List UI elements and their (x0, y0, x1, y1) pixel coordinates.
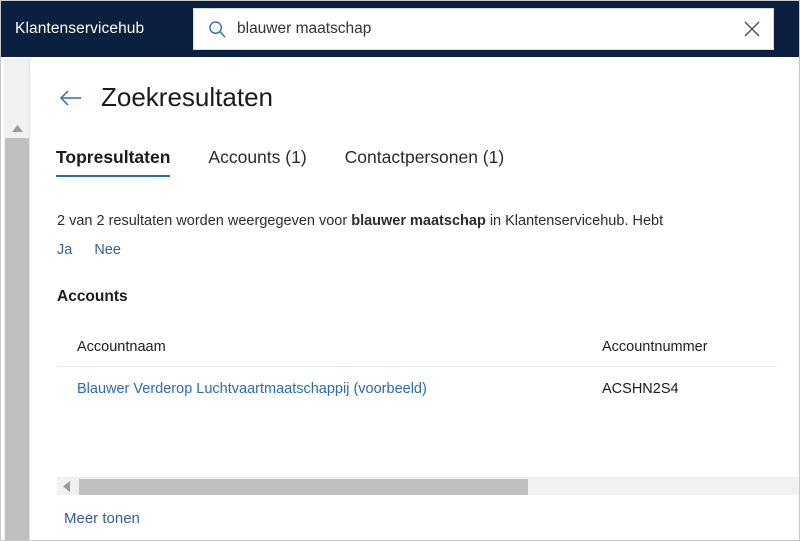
search-input[interactable] (237, 20, 731, 38)
page-title: Zoekresultaten (101, 82, 273, 112)
triangle-left-icon[interactable] (57, 478, 75, 495)
app-title: Klantenservicehub (15, 20, 145, 37)
results-tabs: Topresultaten Accounts (1) Contactperson… (56, 145, 799, 177)
column-header-accountnummer[interactable]: Accountnummer (602, 339, 777, 355)
arrow-left-icon[interactable] (57, 84, 85, 112)
cell-account-name: Blauwer Verderop Luchtvaartmaatschappij … (57, 381, 602, 397)
feedback-no-link[interactable]: Nee (94, 242, 121, 258)
tab-contactpersonen[interactable]: Contactpersonen (1) (345, 147, 505, 177)
search-icon (208, 20, 227, 39)
accounts-section-title: Accounts (57, 288, 128, 305)
column-header-accountnaam[interactable]: Accountnaam (57, 339, 602, 355)
main-content: Zoekresultaten Topresultaten Accounts (1… (31, 58, 799, 540)
show-more-row: Meer tonen (31, 510, 799, 528)
account-name-link[interactable]: Blauwer Verderop Luchtvaartmaatschappij … (77, 381, 427, 397)
summary-search-term: blauwer maatschap (351, 213, 486, 229)
global-search-box[interactable] (193, 8, 774, 50)
cell-account-number: ACSHN2S4 (602, 381, 679, 397)
tab-accounts[interactable]: Accounts (1) (208, 147, 306, 177)
tab-topresultaten[interactable]: Topresultaten (56, 147, 171, 177)
show-more-link[interactable]: Meer tonen (64, 510, 140, 527)
table-row[interactable]: Blauwer Verderop Luchtvaartmaatschappij … (57, 367, 777, 411)
application-window: Klantenservicehub blauwer maatschap Zoek… (0, 0, 800, 541)
summary-prefix: 2 van 2 resultaten worden weergegeven vo… (57, 213, 352, 229)
horizontal-scrollbar[interactable] (57, 477, 799, 495)
vertical-scrollbar-thumb[interactable] (5, 138, 29, 540)
table-header-row: Accountnaam Accountnummer (57, 328, 777, 367)
close-icon[interactable] (731, 9, 773, 49)
top-navigation-bar: Klantenservicehub (1, 1, 799, 57)
horizontal-scrollbar-thumb[interactable] (79, 479, 528, 495)
accounts-table: Accountnaam Accountnummer Blauwer Verder… (57, 328, 777, 411)
triangle-up-icon[interactable] (4, 120, 30, 137)
summary-suffix: in Klantenservicehub. Hebt (485, 213, 664, 229)
vertical-scrollbar[interactable] (4, 58, 30, 540)
page-header: Zoekresultaten (57, 82, 799, 113)
results-summary: 2 van 2 resultaten worden weergegeven vo… (57, 213, 799, 229)
feedback-row: Ja Nee (57, 242, 799, 258)
feedback-yes-link[interactable]: Ja (57, 242, 72, 258)
